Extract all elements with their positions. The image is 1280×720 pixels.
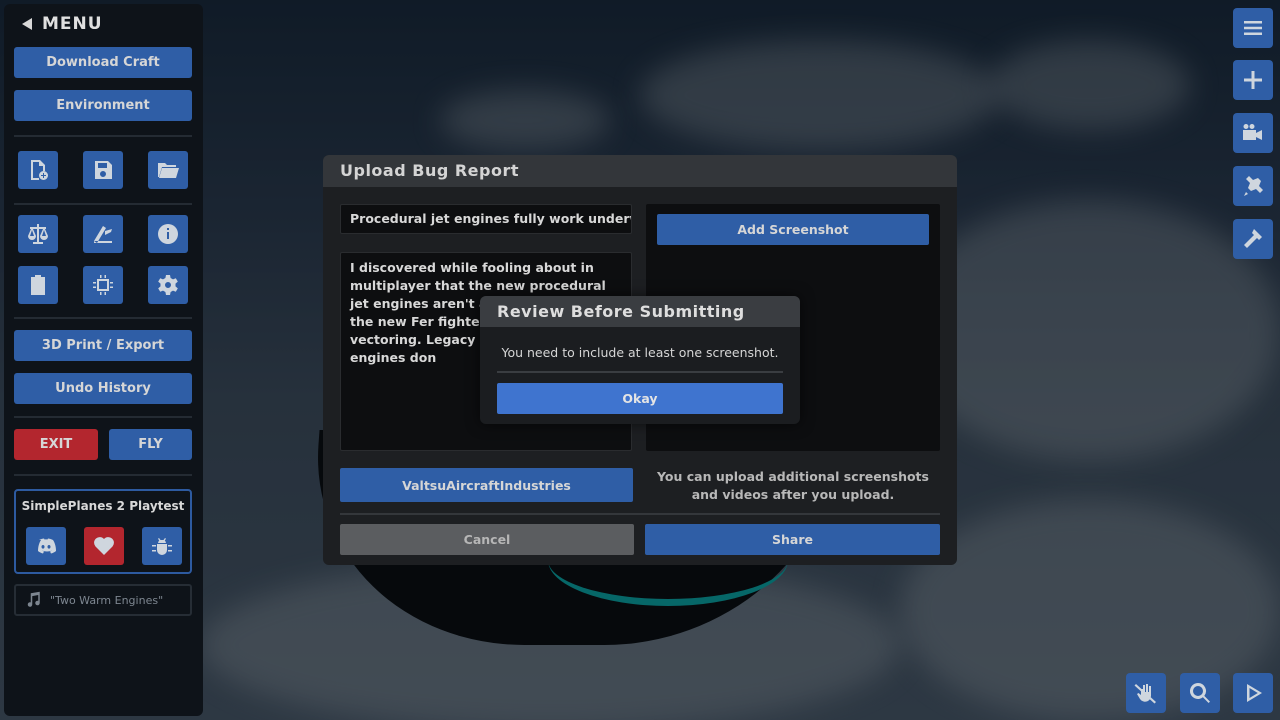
info-button[interactable] <box>148 215 188 253</box>
discord-icon <box>38 538 56 554</box>
paint-icon <box>94 226 112 243</box>
chip-icon <box>93 275 113 295</box>
bug-icon <box>152 538 172 555</box>
hamburger-icon <box>1244 21 1262 35</box>
playtest-panel: SimplePlanes 2 Playtest <box>14 489 192 574</box>
video-camera-icon <box>1243 124 1262 140</box>
favorite-button[interactable] <box>84 527 124 565</box>
zoom-button[interactable] <box>1180 673 1220 713</box>
settings-button[interactable] <box>148 266 188 304</box>
bug-report-button[interactable] <box>142 527 182 565</box>
okay-button[interactable]: Okay <box>497 383 783 414</box>
print-export-button[interactable]: 3D Print / Export <box>14 330 192 361</box>
gear-icon <box>158 275 178 295</box>
add-part-button[interactable] <box>1233 60 1273 100</box>
hide-parts-button[interactable] <box>1126 673 1166 713</box>
menu-divider <box>14 203 192 205</box>
dialog-title: Upload Bug Report <box>323 155 957 187</box>
menu-divider <box>14 317 192 319</box>
report-title-input[interactable]: Procedural jet engines fully work underw… <box>340 204 632 234</box>
hamburger-menu-button[interactable] <box>1233 8 1273 48</box>
save-button[interactable] <box>83 151 123 189</box>
menu-divider <box>14 416 192 418</box>
build-tool-button[interactable] <box>1233 219 1273 259</box>
menu-divider <box>14 474 192 476</box>
launch-button[interactable] <box>1233 673 1273 713</box>
exit-button[interactable]: EXIT <box>14 429 98 460</box>
share-button[interactable]: Share <box>645 524 940 555</box>
add-screenshot-button[interactable]: Add Screenshot <box>657 214 929 245</box>
plus-icon <box>1244 71 1262 89</box>
hammer-icon <box>1244 229 1262 248</box>
menu-header[interactable]: MENU <box>4 4 203 44</box>
main-menu: MENU Download Craft Environment 3D Print… <box>4 4 203 716</box>
upload-note: You can upload additional screenshots an… <box>657 469 929 502</box>
paint-button[interactable] <box>83 215 123 253</box>
music-track-name: "Two Warm Engines" <box>50 593 164 607</box>
info-icon <box>158 224 178 244</box>
music-note-icon <box>27 591 40 607</box>
download-craft-button[interactable]: Download Craft <box>14 47 192 78</box>
symmetry-button[interactable] <box>1233 166 1273 206</box>
pin-tool-icon <box>1244 176 1263 196</box>
menu-title: MENU <box>42 14 103 34</box>
music-player[interactable]: "Two Warm Engines" <box>14 584 192 616</box>
review-message: You need to include at least one screens… <box>501 345 779 360</box>
review-title: Review Before Submitting <box>480 296 800 327</box>
new-file-icon <box>31 160 48 180</box>
save-icon <box>95 161 112 179</box>
environment-button[interactable]: Environment <box>14 90 192 121</box>
new-craft-button[interactable] <box>18 151 58 189</box>
review-before-submitting-modal: Review Before Submitting You need to inc… <box>480 296 800 424</box>
playtest-title: SimplePlanes 2 Playtest <box>21 499 185 513</box>
review-divider <box>497 371 783 373</box>
clipboard-icon <box>31 275 45 295</box>
clipboard-button[interactable] <box>18 266 58 304</box>
dialog-divider <box>340 513 940 515</box>
open-button[interactable] <box>148 151 188 189</box>
camera-button[interactable] <box>1233 113 1273 153</box>
scale-icon <box>28 224 48 244</box>
hide-hand-icon <box>1134 684 1156 704</box>
undo-history-button[interactable]: Undo History <box>14 373 192 404</box>
search-icon <box>1189 682 1210 703</box>
cancel-button[interactable]: Cancel <box>340 524 634 555</box>
author-button[interactable]: ValtsuAircraftIndustries <box>340 468 633 502</box>
fly-button[interactable]: FLY <box>109 429 192 460</box>
weight-balance-button[interactable] <box>18 215 58 253</box>
heart-icon <box>94 537 114 555</box>
parts-button[interactable] <box>83 266 123 304</box>
play-icon <box>1247 684 1262 702</box>
menu-divider <box>14 135 192 137</box>
collapse-arrow-icon <box>22 18 32 30</box>
folder-icon <box>158 163 179 178</box>
discord-button[interactable] <box>26 527 66 565</box>
